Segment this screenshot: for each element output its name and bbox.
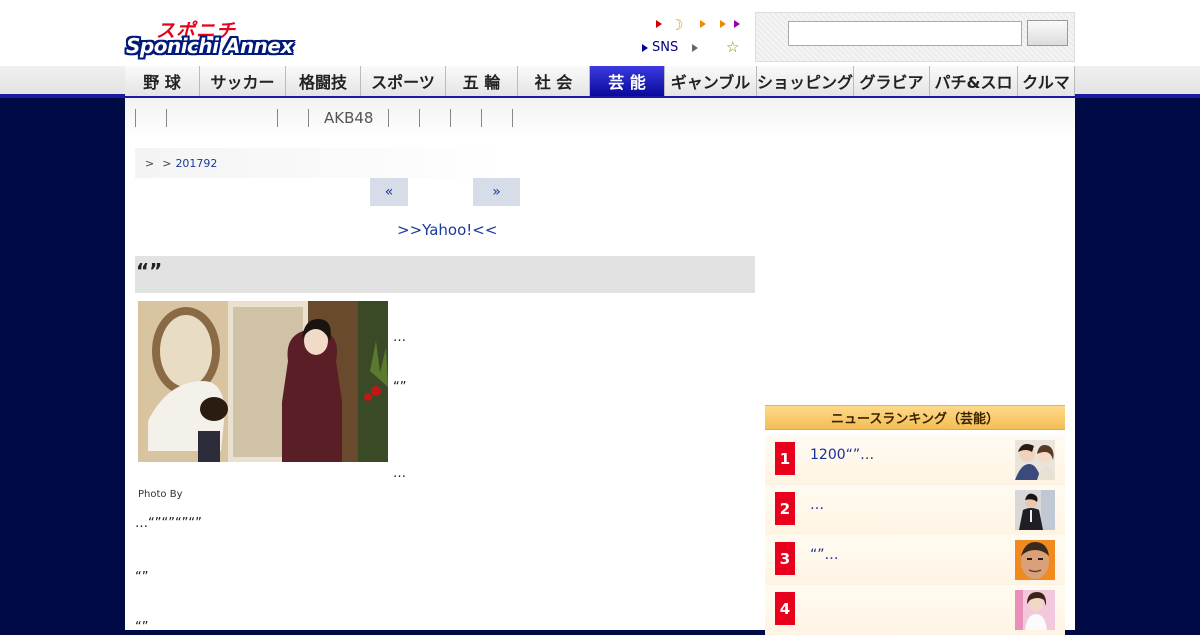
- article-paragraph-1: …: [393, 330, 406, 345]
- thumb-photo-3: [1015, 540, 1055, 580]
- nav-item-gravure[interactable]: グラビア: [854, 66, 930, 96]
- logo-wordmark-en: Sponichi Annex: [126, 34, 293, 58]
- ranking-thumbnail[interactable]: [1015, 590, 1055, 630]
- global-nav: 野 球 サッカー 格闘技 スポーツ 五 輪 社 会 芸 能 ギャンブル ショッピ…: [125, 66, 1075, 96]
- yahoo-link[interactable]: >>Yahoo!<<: [397, 221, 497, 239]
- nav-item-soccer[interactable]: サッカー: [200, 66, 286, 96]
- article-paragraph-3: …: [393, 466, 406, 481]
- photo-drama-scene: [138, 301, 388, 462]
- thumb-photo-1: [1015, 440, 1055, 480]
- thumb-photo-2: [1015, 490, 1055, 530]
- rank-number: 4: [775, 592, 795, 625]
- subnav-item-1[interactable]: [135, 109, 166, 127]
- rank-number: 3: [775, 542, 795, 575]
- ranking-item-4[interactable]: 4: [765, 585, 1065, 635]
- breadcrumb: > > 201792: [135, 148, 510, 178]
- ranking-title-link[interactable]: 1200“”…: [810, 447, 874, 463]
- article-paragraph-4: …“”“”“”“”: [135, 516, 202, 531]
- ranking-item-1[interactable]: 1 1200“”…: [765, 435, 1065, 485]
- star-icon[interactable]: ☆: [726, 38, 739, 56]
- ranking-title-link[interactable]: …: [810, 497, 824, 513]
- nav-item-cars[interactable]: クルマ: [1018, 66, 1075, 96]
- nav-item-gambling[interactable]: ギャンブル: [665, 66, 757, 96]
- nav-item-entertainment[interactable]: 芸 能: [590, 66, 665, 96]
- nav-item-society[interactable]: 社 会: [518, 66, 590, 96]
- breadcrumb-separator-2: >: [162, 156, 172, 170]
- subnav-item-7[interactable]: [450, 109, 481, 127]
- article-photo[interactable]: [138, 301, 388, 462]
- nav-item-olympics[interactable]: 五 輪: [446, 66, 518, 96]
- arrow-orange-icon[interactable]: [700, 20, 706, 28]
- site-header: スポニチ Sponichi Annex ☽ SNS ☆ 野 球 サッカー 格闘技…: [0, 0, 1200, 98]
- nav-item-sports[interactable]: スポーツ: [361, 66, 446, 96]
- ranking-header: ニュースランキング（芸能）: [765, 405, 1065, 430]
- subnav-item-2[interactable]: [166, 109, 277, 127]
- article-headline: “”: [135, 256, 755, 293]
- subnav-item-9[interactable]: [512, 109, 543, 127]
- search-button[interactable]: [1027, 20, 1068, 46]
- header-mini-links: ☽ SNS ☆: [640, 14, 750, 62]
- prev-article-button[interactable]: «: [370, 178, 408, 206]
- rank-number: 1: [775, 442, 795, 475]
- nav-item-pachislot[interactable]: パチ&スロ: [930, 66, 1018, 96]
- ranking-thumbnail[interactable]: [1015, 440, 1055, 480]
- photo-credit: Photo By: [138, 489, 183, 500]
- sns-link[interactable]: SNS: [652, 40, 678, 55]
- breadcrumb-separator: >: [145, 156, 155, 170]
- arrow-blue-icon: [642, 44, 648, 52]
- ranking-item-2[interactable]: 2 …: [765, 485, 1065, 535]
- next-article-button[interactable]: »: [473, 178, 520, 206]
- ranking-title-link[interactable]: “”…: [810, 547, 839, 563]
- arrow-purple-icon[interactable]: [734, 20, 740, 28]
- arrow-gray-icon[interactable]: [692, 44, 698, 52]
- arrow-red-icon[interactable]: [656, 20, 662, 28]
- search-box: [755, 12, 1075, 62]
- article-paragraph-5: “”: [135, 570, 149, 585]
- nav-item-baseball[interactable]: 野 球: [125, 66, 200, 96]
- subnav-item-akb48[interactable]: AKB48: [308, 109, 388, 127]
- article-paragraph-6: “”: [135, 620, 149, 635]
- nav-item-fighting[interactable]: 格闘技: [286, 66, 361, 96]
- subnav-item-5[interactable]: [388, 109, 419, 127]
- news-ranking: ニュースランキング（芸能） 1 1200“”… 2 … 3 “”… 4: [765, 405, 1065, 635]
- subnav-item-8[interactable]: [481, 109, 512, 127]
- arrow-orange-icon-2[interactable]: [720, 20, 726, 28]
- rank-number: 2: [775, 492, 795, 525]
- subnav-item-3[interactable]: [277, 109, 308, 127]
- breadcrumb-date-link[interactable]: 201792: [175, 157, 217, 170]
- search-input[interactable]: [788, 21, 1022, 46]
- ranking-thumbnail[interactable]: [1015, 540, 1055, 580]
- subnav-item-6[interactable]: [419, 109, 450, 127]
- article-paragraph-2: “”: [393, 380, 407, 395]
- main-content: AKB48 > > 201792 « » >>Yahoo!<< “” Photo…: [125, 98, 1075, 635]
- sponichi-logo[interactable]: スポニチ Sponichi Annex: [126, 16, 318, 60]
- sub-nav: AKB48: [125, 98, 1075, 138]
- nav-item-shopping[interactable]: ショッピング: [757, 66, 854, 96]
- moon-icon[interactable]: ☽: [670, 16, 683, 34]
- thumb-photo-4: [1015, 590, 1055, 630]
- ranking-thumbnail[interactable]: [1015, 490, 1055, 530]
- ranking-item-3[interactable]: 3 “”…: [765, 535, 1065, 585]
